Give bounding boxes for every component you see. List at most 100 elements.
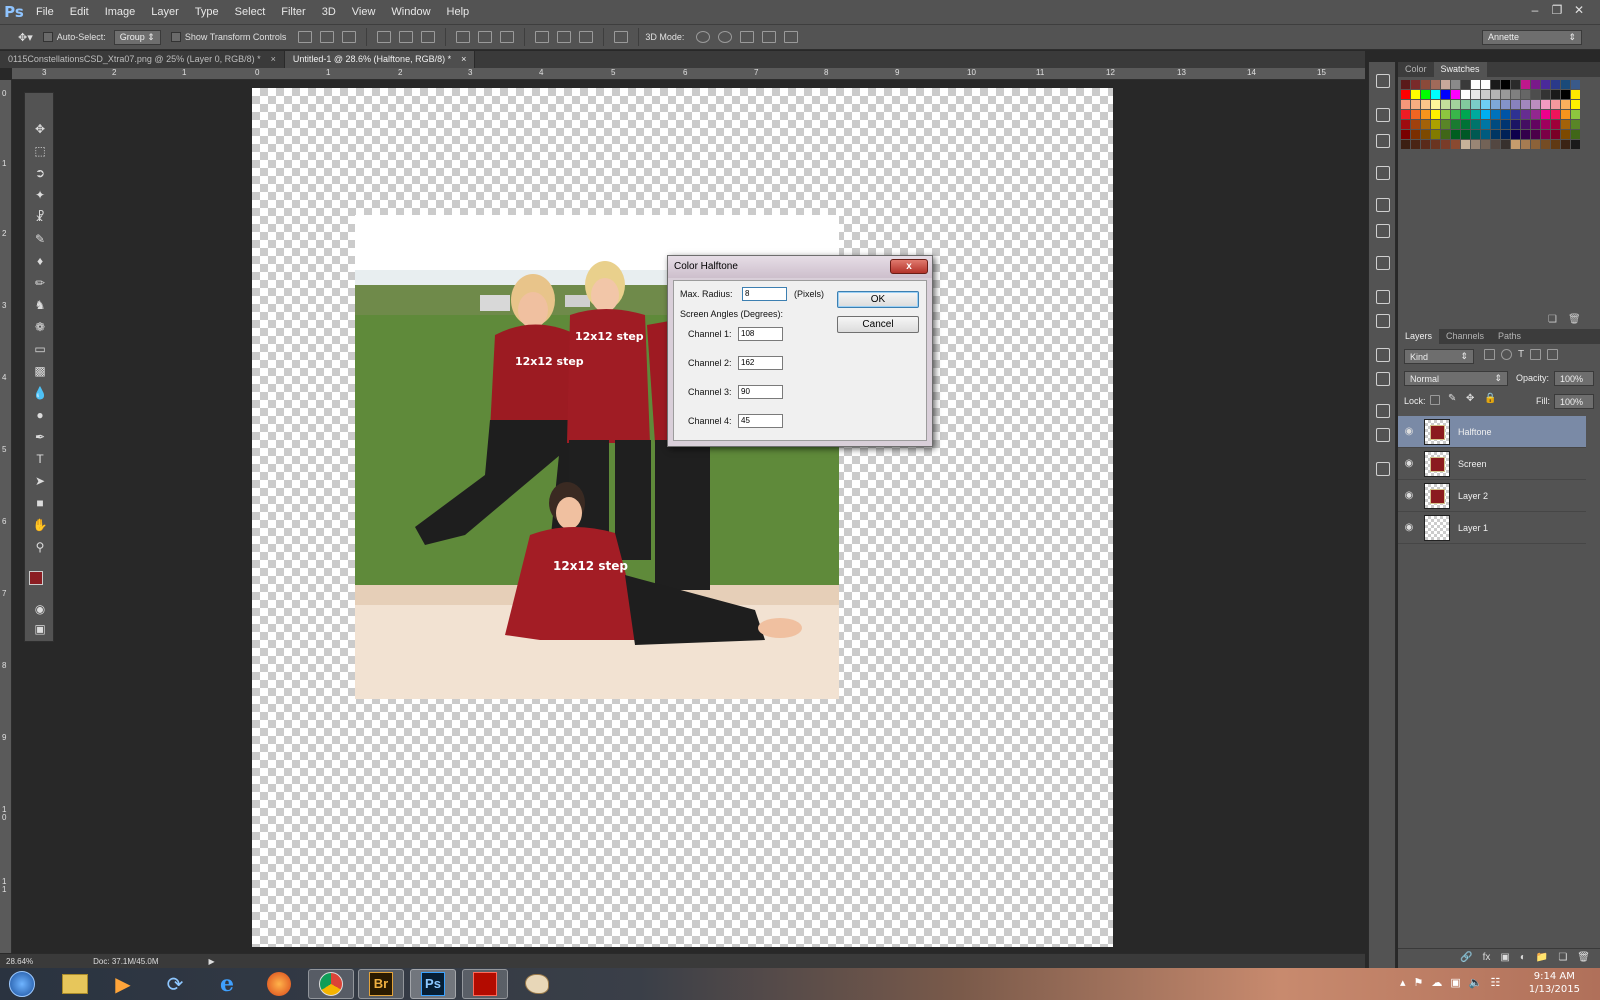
color-swatch[interactable] bbox=[1541, 140, 1550, 149]
eraser-tool-icon[interactable]: ▭ bbox=[31, 341, 49, 357]
zoom-tool-icon[interactable]: ⚲ bbox=[31, 539, 49, 555]
tab-paths[interactable]: Paths bbox=[1491, 329, 1528, 344]
dodge-tool-icon[interactable]: ● bbox=[31, 407, 49, 423]
taskbar-acrobat-icon[interactable] bbox=[462, 969, 508, 999]
crop-tool-icon[interactable]: ☧ bbox=[31, 209, 49, 225]
taskbar-bridge-icon[interactable]: Br bbox=[358, 969, 404, 999]
color-swatch[interactable] bbox=[1521, 80, 1530, 89]
color-swatch[interactable] bbox=[1561, 140, 1570, 149]
color-swatch[interactable] bbox=[1551, 100, 1560, 109]
color-swatch[interactable] bbox=[1531, 130, 1540, 139]
menu-edit[interactable]: Edit bbox=[62, 0, 97, 24]
3d-pan-icon[interactable] bbox=[740, 31, 755, 43]
filter-adjustment-icon[interactable] bbox=[1501, 349, 1512, 360]
lock-position-icon[interactable]: ✥ bbox=[1466, 393, 1474, 404]
tab-document-2[interactable]: Untitled-1 @ 28.6% (Halftone, RGB/8) * × bbox=[284, 51, 476, 68]
color-swatch[interactable] bbox=[1541, 110, 1550, 119]
color-swatch[interactable] bbox=[1551, 120, 1560, 129]
cancel-button[interactable]: Cancel bbox=[837, 316, 919, 333]
color-swatch[interactable] bbox=[1401, 140, 1410, 149]
color-swatch[interactable] bbox=[1421, 130, 1430, 139]
color-swatch[interactable] bbox=[1411, 130, 1420, 139]
color-swatch[interactable] bbox=[1451, 80, 1460, 89]
color-swatch[interactable] bbox=[1421, 100, 1430, 109]
color-swatch[interactable] bbox=[1511, 140, 1520, 149]
color-swatch[interactable] bbox=[1551, 90, 1560, 99]
distribute-middle-icon[interactable] bbox=[478, 31, 493, 43]
color-swatch[interactable] bbox=[1471, 90, 1480, 99]
visibility-eye-icon[interactable]: ◉ bbox=[1398, 426, 1420, 437]
layer-row[interactable]: ◉ Layer 2 bbox=[1398, 480, 1586, 512]
color-swatch[interactable] bbox=[1501, 100, 1510, 109]
color-swatch[interactable] bbox=[1401, 130, 1410, 139]
color-swatch[interactable] bbox=[1531, 110, 1540, 119]
paragraph-styles-panel-icon[interactable] bbox=[1376, 428, 1390, 442]
color-swatch[interactable] bbox=[1521, 120, 1530, 129]
color-swatch[interactable] bbox=[1561, 100, 1570, 109]
creative-cloud-icon[interactable] bbox=[1376, 462, 1390, 476]
pen-tool-icon[interactable]: ✒ bbox=[31, 429, 49, 445]
screen-mode-icon[interactable]: ▣ bbox=[31, 621, 49, 637]
color-swatch[interactable] bbox=[1481, 120, 1490, 129]
color-swatch[interactable] bbox=[1461, 110, 1470, 119]
color-swatch[interactable] bbox=[1541, 90, 1550, 99]
hand-tool-icon[interactable]: ✋ bbox=[31, 517, 49, 533]
healing-brush-tool-icon[interactable]: ♦ bbox=[31, 253, 49, 269]
color-swatch[interactable] bbox=[1491, 140, 1500, 149]
color-swatch[interactable] bbox=[1401, 110, 1410, 119]
color-swatch[interactable] bbox=[1561, 110, 1570, 119]
gradient-tool-icon[interactable]: ▩ bbox=[31, 363, 49, 379]
status-menu-arrow-icon[interactable]: ▶ bbox=[209, 957, 215, 966]
menu-filter[interactable]: Filter bbox=[273, 0, 313, 24]
color-swatch[interactable] bbox=[1481, 80, 1490, 89]
zoom-level[interactable]: 28.64% bbox=[6, 957, 33, 966]
tab-layers[interactable]: Layers bbox=[1398, 329, 1440, 344]
taskbar-explorer-icon[interactable] bbox=[52, 969, 98, 999]
color-swatch[interactable] bbox=[1571, 140, 1580, 149]
filter-smart-object-icon[interactable] bbox=[1547, 349, 1559, 360]
color-swatch[interactable] bbox=[1411, 90, 1420, 99]
color-swatch[interactable] bbox=[1551, 80, 1560, 89]
color-swatch[interactable] bbox=[1471, 140, 1480, 149]
color-swatch[interactable] bbox=[1421, 110, 1430, 119]
eyedropper-tool-icon[interactable]: ✎ bbox=[31, 231, 49, 247]
link-layers-icon[interactable]: 🔗 bbox=[1460, 952, 1472, 963]
color-swatch[interactable] bbox=[1521, 110, 1530, 119]
taskbar-photoshop-icon[interactable]: Ps bbox=[410, 969, 456, 999]
color-swatch[interactable] bbox=[1411, 100, 1420, 109]
color-swatch[interactable] bbox=[1441, 110, 1450, 119]
lock-image-icon[interactable]: ✎ bbox=[1448, 393, 1456, 404]
tab-swatches[interactable]: Swatches bbox=[1433, 62, 1487, 77]
color-swatch[interactable] bbox=[1461, 90, 1470, 99]
distribute-bottom-icon[interactable] bbox=[500, 31, 515, 43]
add-mask-icon[interactable]: ▣ bbox=[1500, 952, 1509, 963]
color-swatch[interactable] bbox=[1541, 120, 1550, 129]
menu-select[interactable]: Select bbox=[227, 0, 274, 24]
tab-channels[interactable]: Channels bbox=[1439, 329, 1491, 344]
ok-button[interactable]: OK bbox=[837, 291, 919, 308]
align-left-icon[interactable] bbox=[377, 31, 392, 43]
color-swatch[interactable] bbox=[1511, 90, 1520, 99]
tab-document-1[interactable]: 0115ConstellationsCSD_Xtra07.png @ 25% (… bbox=[0, 51, 285, 68]
color-swatch[interactable] bbox=[1431, 110, 1440, 119]
distribute-left-icon[interactable] bbox=[535, 31, 550, 43]
color-swatch[interactable] bbox=[1451, 120, 1460, 129]
marquee-tool-icon[interactable]: ⬚ bbox=[31, 143, 49, 159]
color-swatch[interactable] bbox=[1511, 130, 1520, 139]
color-swatch[interactable] bbox=[1501, 130, 1510, 139]
info-panel-icon[interactable] bbox=[1376, 166, 1390, 180]
character-styles-panel-icon[interactable] bbox=[1376, 372, 1390, 386]
color-swatch[interactable] bbox=[1561, 120, 1570, 129]
color-swatch[interactable] bbox=[1461, 130, 1470, 139]
dialog-close-button[interactable]: x bbox=[890, 259, 928, 274]
color-swatch[interactable] bbox=[1511, 100, 1520, 109]
color-swatch[interactable] bbox=[1441, 80, 1450, 89]
taskbar-sync-icon[interactable]: ⟳ bbox=[152, 969, 198, 999]
color-swatch[interactable] bbox=[1571, 90, 1580, 99]
layer-row[interactable]: ◉ Screen bbox=[1398, 448, 1586, 480]
adjustments-panel-icon[interactable] bbox=[1376, 224, 1390, 238]
color-swatch[interactable] bbox=[1561, 80, 1570, 89]
color-swatch[interactable] bbox=[1461, 120, 1470, 129]
channel-1-input[interactable]: 108 bbox=[738, 327, 783, 341]
color-swatch[interactable] bbox=[1521, 90, 1530, 99]
